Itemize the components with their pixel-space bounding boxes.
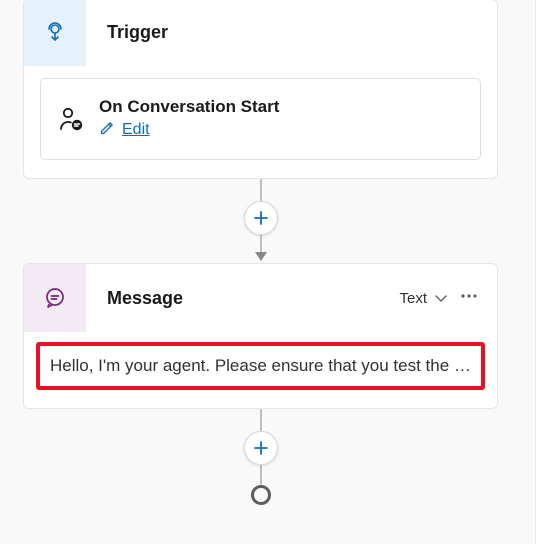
edit-trigger-link[interactable]: Edit (122, 121, 150, 139)
more-actions-button[interactable] (455, 287, 483, 310)
connector-line (260, 409, 262, 431)
message-text-content[interactable]: Hello, I'm your agent. Please ensure tha… (36, 342, 485, 390)
trigger-event-title: On Conversation Start (99, 97, 279, 117)
connector-line (260, 235, 262, 253)
message-title: Message (86, 288, 399, 309)
add-node-button[interactable] (244, 431, 278, 465)
connector-message-to-end (23, 409, 498, 505)
arrow-down-icon (255, 252, 267, 261)
trigger-card-header: Trigger (24, 0, 497, 64)
trigger-node-card[interactable]: Trigger On Conversation Start (23, 0, 498, 179)
person-chat-icon (51, 105, 91, 133)
message-card-header: Message Text (24, 264, 497, 332)
connector-line (260, 465, 262, 485)
message-node-card[interactable]: Message Text Hello, I'm your agent. Plea… (23, 263, 498, 409)
flow-end-marker (251, 485, 271, 505)
add-node-button[interactable] (244, 201, 278, 235)
message-type-label[interactable]: Text (399, 290, 427, 307)
plus-icon (252, 209, 270, 227)
trigger-icon (24, 0, 86, 66)
chevron-down-icon[interactable] (433, 290, 449, 306)
connector-line (260, 179, 262, 201)
connector-trigger-to-message (23, 179, 498, 261)
trigger-event-body: On Conversation Start Edit (91, 97, 279, 141)
pencil-icon (99, 119, 116, 141)
edit-trigger-row: Edit (99, 119, 279, 141)
trigger-title: Trigger (86, 22, 497, 43)
plus-icon (252, 439, 270, 457)
trigger-event-card[interactable]: On Conversation Start Edit (40, 78, 481, 160)
flow-canvas: Trigger On Conversation Start (0, 0, 535, 543)
chat-icon (24, 264, 86, 332)
